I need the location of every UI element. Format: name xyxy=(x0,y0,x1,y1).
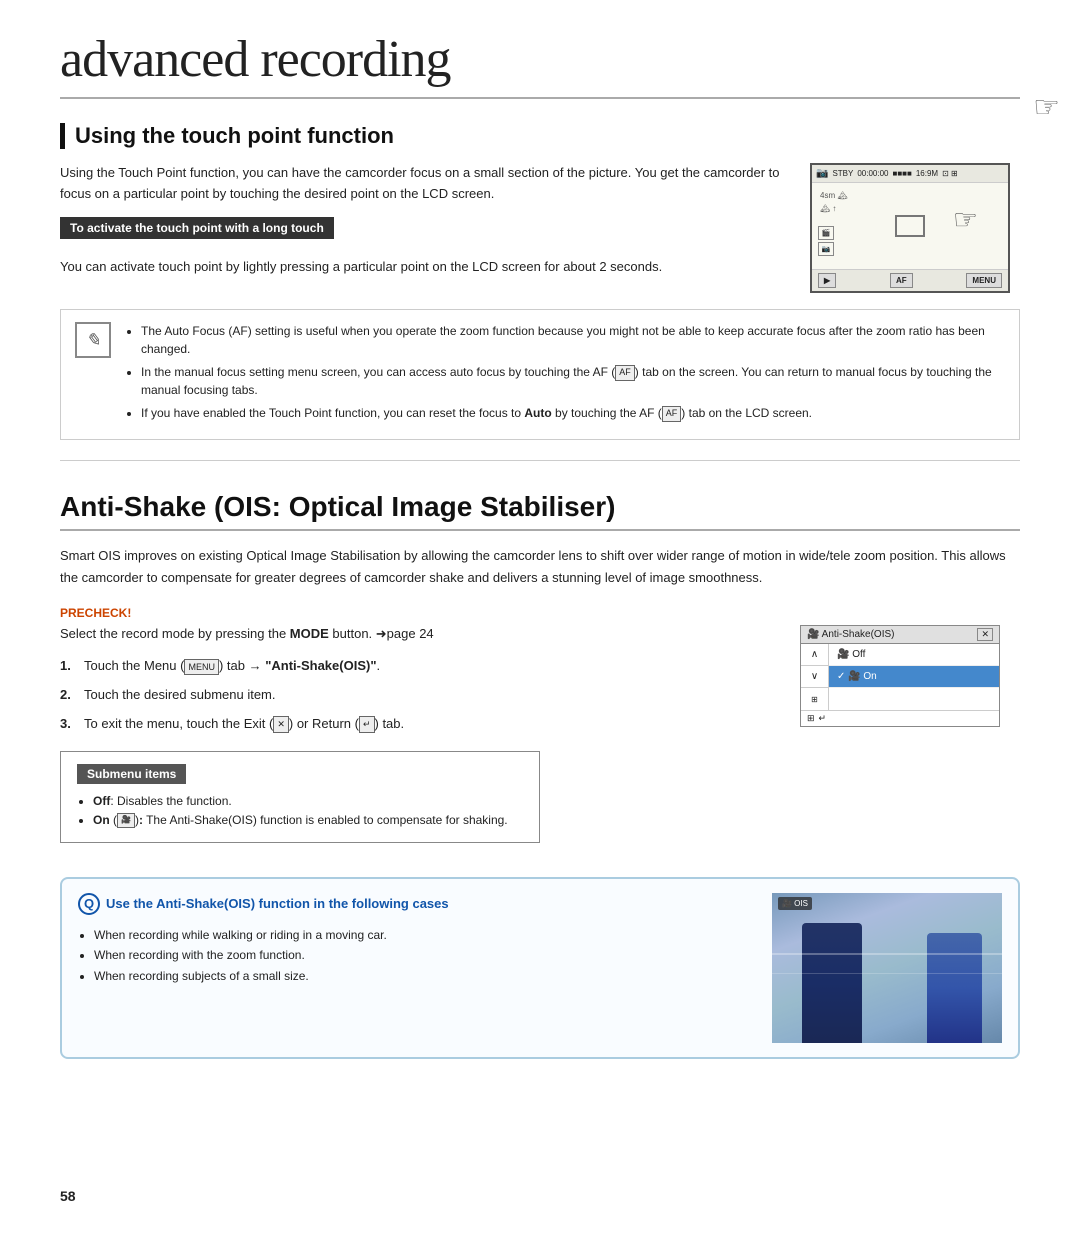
ois-right: 🎥 Anti-Shake(OIS) ✕ ∧ ∨ ⊞ 🎥 Off ✓ xyxy=(800,605,1020,857)
precheck-text: Select the record mode by pressing the M… xyxy=(60,626,776,642)
step-3-num: 3. xyxy=(60,714,76,735)
lcd-bottom-bar: ▶ AF MENU xyxy=(812,269,1008,291)
antishake-item-off[interactable]: 🎥 Off xyxy=(829,644,999,666)
antishake-down-btn[interactable]: ∨ xyxy=(801,666,828,688)
step-3-text: To exit the menu, touch the Exit (✕) or … xyxy=(84,714,404,735)
touch-point-intro: Using the Touch Point function, you can … xyxy=(60,163,790,205)
antishake-off-icon: 🎥 xyxy=(837,649,849,660)
step-1-num: 1. xyxy=(60,656,76,677)
step-3: 3. To exit the menu, touch the Exit (✕) … xyxy=(60,714,776,735)
tips-header-text: Use the Anti-Shake(OIS) function in the … xyxy=(106,896,449,911)
touch-point-body: You can activate touch point by lightly … xyxy=(60,257,790,278)
submenu-item-on: On (🎥): The Anti-Shake(OIS) function is … xyxy=(93,811,523,830)
antishake-on-check: ✓ xyxy=(837,671,845,682)
note-item-2: In the manual focus setting menu screen,… xyxy=(141,363,1005,399)
antishake-title: 🎥 Anti-Shake(OIS) xyxy=(807,629,894,640)
person-2-silhouette xyxy=(927,933,982,1043)
note-icon: ✎ xyxy=(75,322,111,358)
ois-intro: Smart OIS improves on existing Optical I… xyxy=(60,545,1020,589)
note-item-1: The Auto Focus (AF) setting is useful wh… xyxy=(141,322,1005,358)
lcd-hd: 16:9M xyxy=(916,169,938,178)
antishake-up-btn[interactable]: ∧ xyxy=(801,644,828,666)
submenu-title: Submenu items xyxy=(77,764,186,784)
antishake-footer-icon1: ⊞ xyxy=(807,713,815,724)
touch-point-text: Using the Touch Point function, you can … xyxy=(60,163,790,293)
person-1-silhouette xyxy=(802,923,862,1043)
steps: 1. Touch the Menu (MENU) tab → "Anti-Sha… xyxy=(60,656,776,734)
antishake-item-on[interactable]: ✓ 🎥 On xyxy=(829,666,999,688)
step-1-text: Touch the Menu (MENU) tab → "Anti-Shake(… xyxy=(84,656,380,677)
blur-line-1 xyxy=(772,953,1002,955)
ois-left: PRECHECK! Select the record mode by pres… xyxy=(60,605,776,857)
tips-photo-area: 🎥 OIS xyxy=(772,893,1002,1043)
tips-content: Q Use the Anti-Shake(OIS) function in th… xyxy=(78,893,756,1043)
touch-point-heading: Using the touch point function xyxy=(60,123,1020,149)
ois-badge: 🎥 OIS xyxy=(778,897,812,910)
submenu-box: Submenu items Off: Disables the function… xyxy=(60,751,540,843)
focus-box xyxy=(895,215,925,237)
note-content: The Auto Focus (AF) setting is useful wh… xyxy=(125,322,1005,427)
page-title: advanced recording xyxy=(60,30,1020,99)
section-divider-1 xyxy=(60,460,1020,461)
antishake-nav: ∧ ∨ ⊞ xyxy=(801,644,829,710)
antishake-items: 🎥 Off ✓ 🎥 On xyxy=(829,644,999,710)
tips-icon: Q xyxy=(78,893,100,915)
page-number: 58 xyxy=(60,1188,76,1204)
antishake-body: ∧ ∨ ⊞ 🎥 Off ✓ 🎥 On ☞ xyxy=(801,644,999,710)
antishake-title-bar: 🎥 Anti-Shake(OIS) ✕ xyxy=(801,626,999,644)
touch-cursor: ☞ xyxy=(953,203,978,236)
lcd-menu-btn: MENU xyxy=(966,273,1002,288)
touch-point-section: Using the touch point function Using the… xyxy=(60,123,1020,440)
note-item-3: If you have enabled the Touch Point func… xyxy=(141,404,1005,422)
antishake-ui: 🎥 Anti-Shake(OIS) ✕ ∧ ∨ ⊞ 🎥 Off ✓ xyxy=(800,625,1000,727)
lcd-time: 00:00:00 xyxy=(857,169,888,178)
camera-lcd-image: 📷 STBY 00:00:00 ■■■■ 16:9M ⊡ ⊞ 4sm 🏔 🏔 ↑… xyxy=(810,163,1020,293)
tips-item-2: When recording with the zoom function. xyxy=(94,945,756,965)
antishake-close: ✕ xyxy=(977,628,993,641)
ois-heading: Anti-Shake (OIS: Optical Image Stabilise… xyxy=(60,491,1020,531)
tips-item-1: When recording while walking or riding i… xyxy=(94,925,756,945)
submenu-content: Off: Disables the function. On (🎥): The … xyxy=(77,792,523,830)
lcd-stby: STBY xyxy=(832,169,853,178)
tips-item-3: When recording subjects of a small size. xyxy=(94,966,756,986)
lcd-left-icons: 4sm 🏔 🏔 ↑ xyxy=(820,191,848,213)
antishake-footer: ⊞ ↵ xyxy=(801,710,999,726)
lcd-side-icons: 🎬 📷 xyxy=(818,226,834,256)
touch-point-subheading: To activate the touch point with a long … xyxy=(60,217,334,239)
ois-content: PRECHECK! Select the record mode by pres… xyxy=(60,605,1020,857)
lcd-storage: ⊡ ⊞ xyxy=(942,169,958,178)
precheck-link[interactable]: PRECHECK! xyxy=(60,606,131,620)
lcd-battery: ■■■■ xyxy=(893,169,912,178)
note-box: ✎ The Auto Focus (AF) setting is useful … xyxy=(60,309,1020,440)
antishake-extra-btn[interactable]: ⊞ xyxy=(801,688,828,710)
step-1: 1. Touch the Menu (MENU) tab → "Anti-Sha… xyxy=(60,656,776,677)
step-2-num: 2. xyxy=(60,685,76,706)
submenu-item-off: Off: Disables the function. xyxy=(93,792,523,811)
antishake-hand-cursor: ☞ xyxy=(1033,90,1060,125)
step-2-text: Touch the desired submenu item. xyxy=(84,685,276,706)
lcd-body: 4sm 🏔 🏔 ↑ 🎬 📷 ☞ xyxy=(812,183,1008,269)
antishake-footer-icon2: ↵ xyxy=(819,713,827,724)
ois-section: Anti-Shake (OIS: Optical Image Stabilise… xyxy=(60,491,1020,1059)
lcd-play-btn: ▶ xyxy=(818,273,836,288)
camera-lcd: 📷 STBY 00:00:00 ■■■■ 16:9M ⊡ ⊞ 4sm 🏔 🏔 ↑… xyxy=(810,163,1010,293)
lcd-top-bar: 📷 STBY 00:00:00 ■■■■ 16:9M ⊡ ⊞ xyxy=(812,165,1008,183)
blur-line-2 xyxy=(772,973,1002,974)
lcd-af-btn: AF xyxy=(890,273,913,288)
photo-scene xyxy=(772,893,1002,1043)
antishake-on-icon: 🎥 xyxy=(848,671,860,682)
lcd-icon-cam: 📷 xyxy=(816,168,828,179)
tips-list: When recording while walking or riding i… xyxy=(78,925,756,986)
tips-header: Q Use the Anti-Shake(OIS) function in th… xyxy=(78,893,756,915)
tips-box: Q Use the Anti-Shake(OIS) function in th… xyxy=(60,877,1020,1059)
step-2: 2. Touch the desired submenu item. xyxy=(60,685,776,706)
